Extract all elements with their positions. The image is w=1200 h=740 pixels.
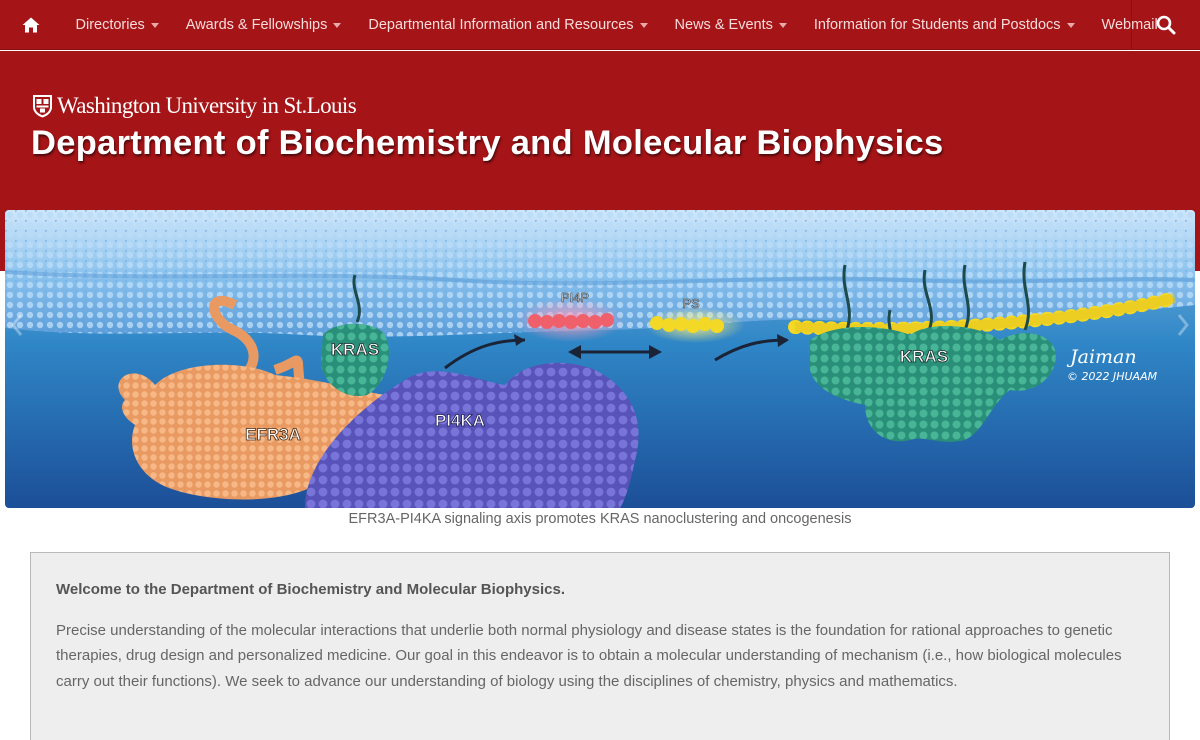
nav-item-directories[interactable]: Directories — [62, 0, 172, 50]
chevron-right-icon — [1177, 314, 1189, 336]
nav-item-label: Directories — [75, 16, 145, 33]
nav-item-departmental-information[interactable]: Departmental Information and Resources — [355, 0, 661, 50]
chevron-down-icon — [1066, 23, 1075, 28]
chevron-down-icon — [333, 23, 342, 28]
search-icon — [1156, 15, 1176, 35]
artist-signature: Jaiman — [1066, 346, 1137, 368]
hero-caption: EFR3A-PI4KA signaling axis promotes KRAS… — [348, 511, 852, 527]
department-title: Department of Biochemistry and Molecular… — [31, 124, 944, 162]
ps-label: PS — [682, 296, 700, 311]
slider-prev-button[interactable] — [5, 305, 29, 345]
efr3a-label: EFR3A — [245, 425, 301, 444]
nav-item-label: Information for Students and Postdocs — [813, 16, 1061, 33]
chevron-down-icon — [639, 23, 648, 28]
hero-svg: PI4P PS KRAS EFR3A PI4KA KRAS Jaiman © 2… — [5, 210, 1195, 508]
university-shield-icon — [33, 95, 52, 118]
pi4p-label: PI4P — [561, 290, 589, 305]
chevron-down-icon — [778, 23, 787, 28]
nav-item-label: Awards & Fellowships — [185, 16, 328, 33]
home-button[interactable] — [0, 0, 62, 50]
welcome-box: Welcome to the Department of Biochemistr… — [30, 552, 1170, 740]
top-navigation: Directories Awards & Fellowships Departm… — [0, 0, 1200, 50]
chevron-down-icon — [150, 23, 159, 28]
welcome-body: Precise understanding of the molecular i… — [56, 622, 1122, 690]
chevron-left-icon — [11, 314, 23, 336]
home-icon — [22, 17, 40, 32]
nav-item-awards-fellowships[interactable]: Awards & Fellowships — [172, 0, 355, 50]
artist-copyright: © 2022 JHUAAM — [1067, 370, 1158, 383]
nav-item-label: News & Events — [674, 16, 773, 33]
kras-right-label: KRAS — [900, 347, 948, 366]
nav-item-students-postdocs[interactable]: Information for Students and Postdocs — [800, 0, 1088, 50]
university-logo[interactable]: Washington University in St.Louis — [32, 93, 357, 119]
welcome-title: Welcome to the Department of Biochemistr… — [56, 581, 565, 598]
nav-item-label: Departmental Information and Resources — [368, 16, 634, 33]
kras-left-label: KRAS — [331, 340, 379, 359]
slider-next-button[interactable] — [1171, 305, 1195, 345]
hero-illustration: PI4P PS KRAS EFR3A PI4KA KRAS Jaiman © 2… — [5, 210, 1195, 508]
search-button[interactable] — [1131, 0, 1200, 50]
nav-item-news-events[interactable]: News & Events — [661, 0, 800, 50]
pi4ka-label: PI4KA — [435, 411, 485, 430]
university-name: Washington University in St.Louis — [57, 93, 357, 118]
